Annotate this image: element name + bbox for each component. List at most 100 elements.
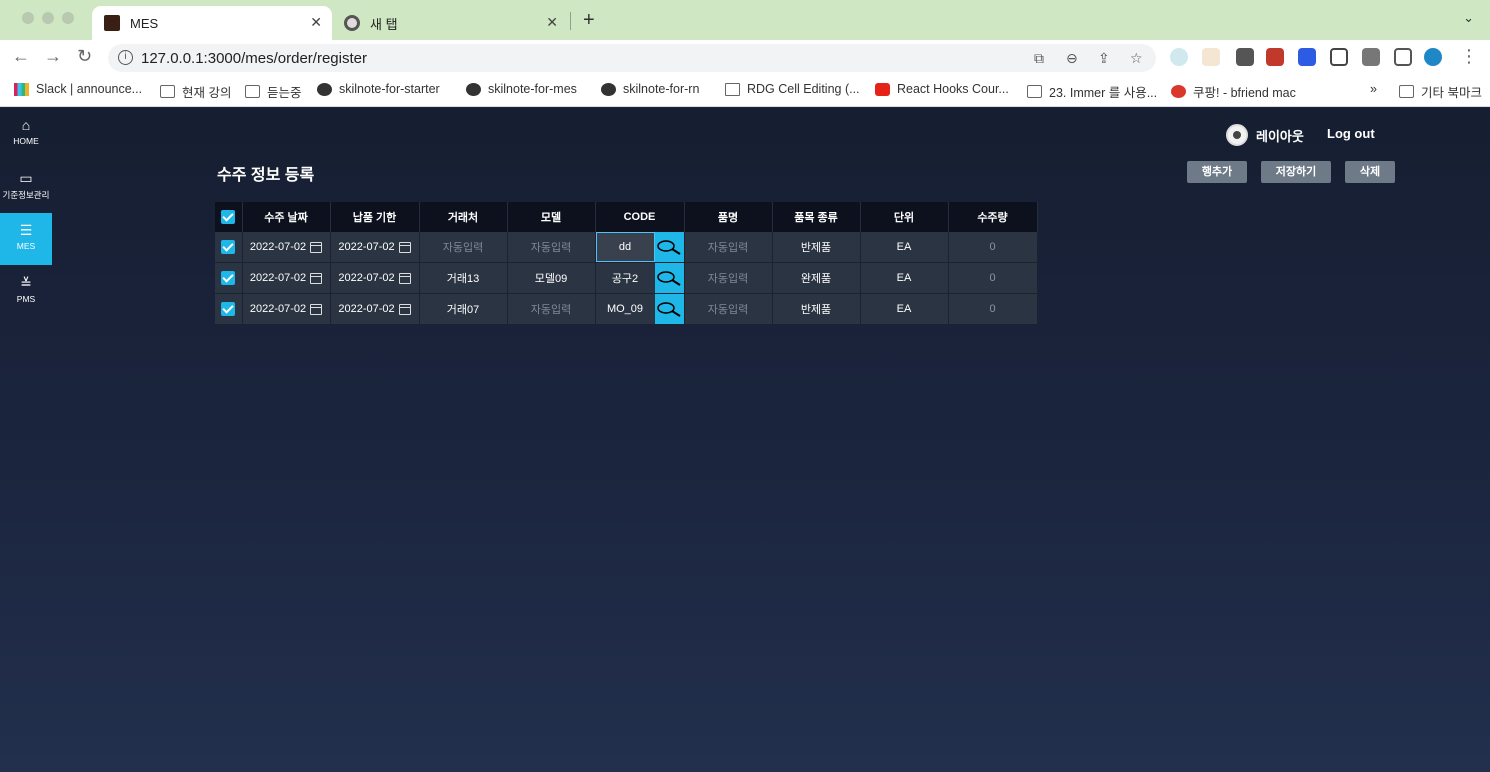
customer-cell[interactable]: 거래07 xyxy=(419,293,508,325)
kebab-menu-icon[interactable]: ⋮ xyxy=(1460,46,1478,67)
table-row[interactable]: 2022-07-02 2022-07-02 거래07 자동입력 MO_09 자동… xyxy=(215,293,1038,325)
column-header[interactable]: CODE xyxy=(595,202,685,232)
item-name-cell[interactable]: 자동입력 xyxy=(684,293,773,325)
zoom-icon[interactable]: ⊖ xyxy=(1066,50,1078,67)
calendar-icon[interactable] xyxy=(310,272,323,284)
unit-cell[interactable]: EA xyxy=(860,232,949,263)
add-row-button[interactable]: 행추가 xyxy=(1187,161,1247,183)
due-date-cell[interactable]: 2022-07-02 xyxy=(330,232,420,263)
quantity-cell[interactable]: 0 xyxy=(948,262,1038,294)
bookmarks-overflow[interactable]: » xyxy=(1370,82,1377,96)
extension-icon[interactable] xyxy=(1202,48,1220,66)
calendar-icon[interactable] xyxy=(398,272,411,284)
sidebar-item-home[interactable]: ⌂ HOME xyxy=(0,108,52,160)
translate-icon[interactable]: ⧉ xyxy=(1034,50,1044,67)
code-cell[interactable]: 공구2 xyxy=(595,262,685,294)
row-select-cell[interactable] xyxy=(215,232,243,263)
window-minimize-dot[interactable] xyxy=(42,12,54,24)
code-search-button[interactable] xyxy=(654,294,684,324)
bookmark-item[interactable]: 듣는중 xyxy=(245,82,302,101)
table-row[interactable]: 2022-07-02 2022-07-02 거래13 모델09 공구2 자동입력… xyxy=(215,262,1038,294)
screenshot-icon[interactable] xyxy=(1330,48,1348,66)
bookmark-item[interactable]: 현재 강의 xyxy=(160,82,231,101)
item-name-cell[interactable]: 자동입력 xyxy=(684,232,773,263)
customer-cell[interactable]: 거래13 xyxy=(419,262,508,294)
row-checkbox[interactable] xyxy=(221,302,236,316)
row-select-cell[interactable] xyxy=(215,293,243,325)
code-input[interactable]: dd xyxy=(595,232,655,262)
item-type-cell[interactable]: 반제품 xyxy=(772,293,861,325)
tab-mes[interactable]: MES ✕ xyxy=(92,6,332,40)
url-text[interactable]: 127.0.0.1:3000/mes/order/register xyxy=(141,50,367,67)
code-value[interactable]: MO_09 xyxy=(596,294,655,324)
quantity-cell[interactable]: 0 xyxy=(948,293,1038,325)
user-profile[interactable]: 레이아웃 xyxy=(1226,124,1304,146)
back-arrow-icon[interactable]: ← xyxy=(12,46,30,67)
bookmark-star-icon[interactable]: ☆ xyxy=(1130,50,1143,67)
item-type-cell[interactable]: 반제품 xyxy=(772,232,861,263)
bookmark-item[interactable]: skilnote-for-rn xyxy=(601,82,699,96)
row-select-cell[interactable] xyxy=(215,262,243,294)
sidebar-item-pms[interactable]: ≚ PMS xyxy=(0,266,52,318)
delete-button[interactable]: 삭제 xyxy=(1345,161,1395,183)
select-all-cell[interactable] xyxy=(215,202,243,232)
order-date-cell[interactable]: 2022-07-02 xyxy=(242,232,331,263)
site-info-icon[interactable]: i xyxy=(118,50,133,65)
save-button[interactable]: 저장하기 xyxy=(1261,161,1331,183)
due-date-cell[interactable]: 2022-07-02 xyxy=(330,262,420,294)
share-icon[interactable]: ⇪ xyxy=(1098,50,1110,67)
bookmark-item[interactable]: RDG Cell Editing (... xyxy=(725,82,860,96)
column-header[interactable]: 품명 xyxy=(684,202,773,232)
forward-arrow-icon[interactable]: → xyxy=(44,46,62,67)
code-search-button[interactable] xyxy=(654,263,684,293)
column-header[interactable]: 납품 기한 xyxy=(330,202,420,232)
calendar-icon[interactable] xyxy=(398,241,411,253)
column-header[interactable]: 단위 xyxy=(860,202,949,232)
column-header[interactable]: 품목 종류 xyxy=(772,202,861,232)
logout-button[interactable]: Log out xyxy=(1327,126,1375,141)
row-checkbox[interactable] xyxy=(221,240,236,254)
close-icon[interactable]: ✕ xyxy=(310,14,322,31)
table-row[interactable]: 2022-07-02 2022-07-02 자동입력 자동입력 dd 자동입력 … xyxy=(215,232,1038,263)
code-cell[interactable]: MO_09 xyxy=(595,293,685,325)
reload-icon[interactable]: ↻ xyxy=(77,46,92,67)
column-header[interactable]: 거래처 xyxy=(419,202,508,232)
bookmark-item[interactable]: skilnote-for-mes xyxy=(466,82,577,96)
sidepanel-icon[interactable] xyxy=(1394,48,1412,66)
order-date-cell[interactable]: 2022-07-02 xyxy=(242,293,331,325)
model-cell[interactable]: 모델09 xyxy=(507,262,596,294)
window-zoom-dot[interactable] xyxy=(62,12,74,24)
column-header[interactable]: 수주 날짜 xyxy=(242,202,331,232)
new-tab-plus-icon[interactable]: + xyxy=(583,9,595,32)
window-close-dot[interactable] xyxy=(22,12,34,24)
chevron-down-icon[interactable]: ⌄ xyxy=(1463,10,1474,26)
customer-cell[interactable]: 자동입력 xyxy=(419,232,508,263)
puzzle-icon[interactable] xyxy=(1362,48,1380,66)
unit-cell[interactable]: EA xyxy=(860,293,949,325)
bookmark-item[interactable]: Slack | announce... xyxy=(14,82,142,96)
calendar-icon[interactable] xyxy=(398,303,411,315)
bookmark-item[interactable]: React Hooks Cour... xyxy=(875,82,1009,96)
profile-avatar-icon[interactable] xyxy=(1424,48,1442,66)
due-date-cell[interactable]: 2022-07-02 xyxy=(330,293,420,325)
code-search-button[interactable] xyxy=(654,232,684,262)
model-cell[interactable]: 자동입력 xyxy=(507,293,596,325)
calendar-icon[interactable] xyxy=(310,303,323,315)
extension-icon[interactable] xyxy=(1266,48,1284,66)
quantity-cell[interactable]: 0 xyxy=(948,232,1038,263)
column-header[interactable]: 모델 xyxy=(507,202,596,232)
code-cell[interactable]: dd xyxy=(595,232,685,263)
sidebar-item-master-data[interactable]: ▭ 기준정보관리 xyxy=(0,161,52,213)
item-name-cell[interactable]: 자동입력 xyxy=(684,262,773,294)
column-header[interactable]: 수주량 xyxy=(948,202,1038,232)
address-bar[interactable]: i 127.0.0.1:3000/mes/order/register ⧉ ⊖ … xyxy=(108,44,1156,72)
tab-new[interactable]: 새 탭 ✕ xyxy=(334,6,568,40)
row-checkbox[interactable] xyxy=(221,271,236,285)
item-type-cell[interactable]: 완제품 xyxy=(772,262,861,294)
bookmark-item[interactable]: 기타 북마크 xyxy=(1399,82,1482,101)
order-date-cell[interactable]: 2022-07-02 xyxy=(242,262,331,294)
code-value[interactable]: 공구2 xyxy=(596,263,655,293)
extension-icon[interactable] xyxy=(1298,48,1316,66)
extension-icon[interactable] xyxy=(1170,48,1188,66)
extension-icon[interactable] xyxy=(1236,48,1254,66)
